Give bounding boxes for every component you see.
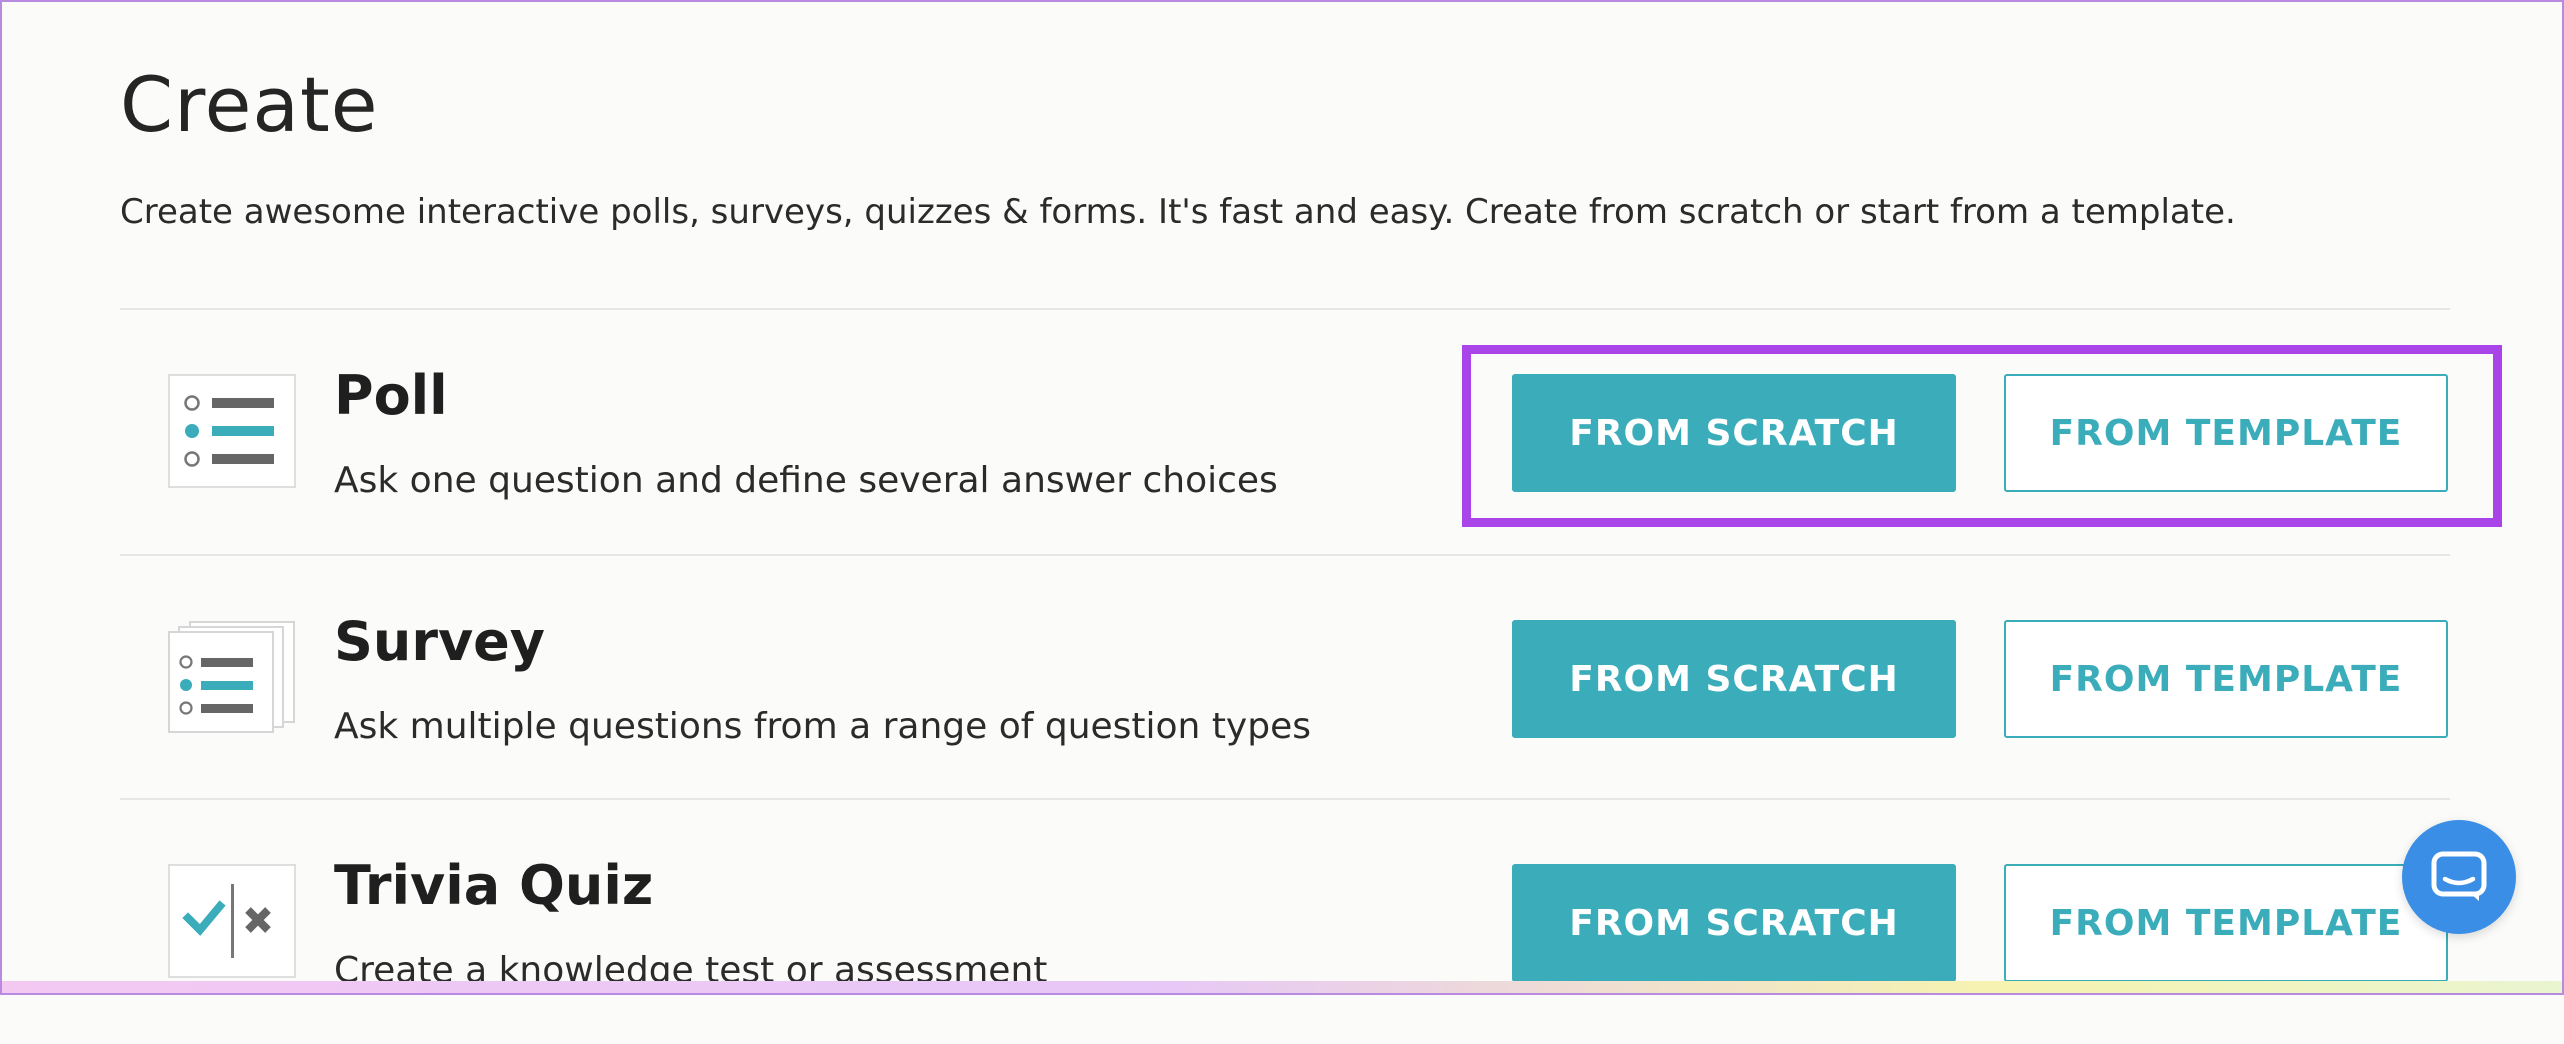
- trivia-quiz-icon: [168, 864, 296, 978]
- survey-title: Survey: [334, 610, 545, 673]
- poll-from-scratch-button[interactable]: FROM SCRATCH: [1512, 374, 1956, 492]
- trivia-quiz-from-template-button[interactable]: FROM TEMPLATE: [2004, 864, 2448, 982]
- page-title: Create: [120, 60, 379, 149]
- survey-description: Ask multiple questions from a range of q…: [334, 706, 1311, 747]
- survey-from-scratch-button[interactable]: FROM SCRATCH: [1512, 620, 1956, 738]
- trivia-quiz-row: Trivia Quiz Create a knowledge test or a…: [120, 800, 2450, 1044]
- survey-from-template-button[interactable]: FROM TEMPLATE: [2004, 620, 2448, 738]
- bottom-strip: [2, 981, 2562, 993]
- chat-launcher-button[interactable]: [2402, 820, 2516, 934]
- poll-title: Poll: [334, 364, 448, 427]
- chat-icon: [2431, 851, 2487, 903]
- trivia-quiz-title: Trivia Quiz: [334, 854, 654, 917]
- survey-row: Survey Ask multiple questions from a ran…: [120, 556, 2450, 800]
- page-subtitle: Create awesome interactive polls, survey…: [120, 192, 2236, 232]
- poll-icon: [168, 374, 296, 488]
- trivia-quiz-from-scratch-button[interactable]: FROM SCRATCH: [1512, 864, 1956, 982]
- survey-icon: [168, 620, 296, 734]
- poll-from-template-button[interactable]: FROM TEMPLATE: [2004, 374, 2448, 492]
- poll-description: Ask one question and define several answ…: [334, 460, 1278, 501]
- poll-row: Poll Ask one question and define several…: [120, 310, 2450, 554]
